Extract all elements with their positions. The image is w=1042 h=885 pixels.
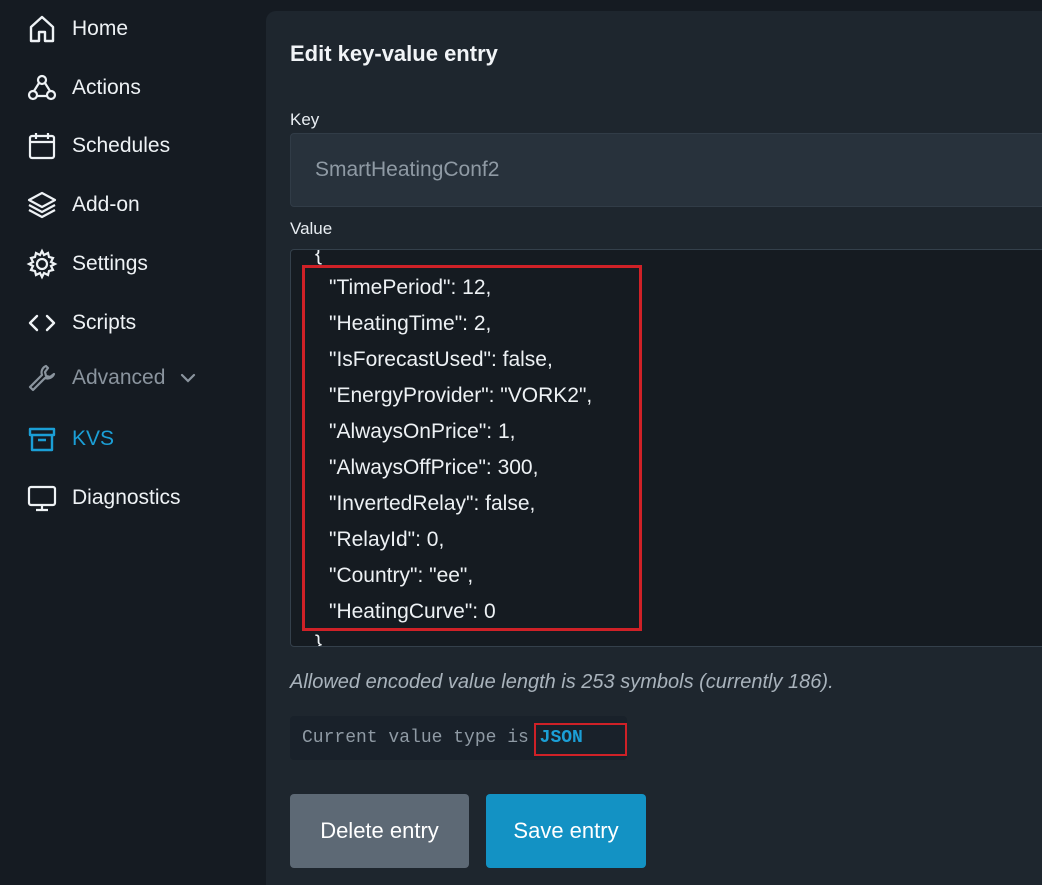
archive-icon — [26, 423, 58, 455]
sidebar-item-label: Add-on — [72, 193, 140, 216]
key-label: Key — [290, 110, 320, 129]
sidebar-item-add-on[interactable]: Add-on — [26, 185, 140, 225]
length-hint: Allowed encoded value length is 253 symb… — [290, 671, 834, 693]
panel-title: Edit key-value entry — [290, 41, 498, 66]
sidebar-item-kvs[interactable]: KVS — [26, 419, 114, 459]
sidebar-item-label: Advanced — [72, 366, 166, 389]
sidebar-item-schedules[interactable]: Schedules — [26, 126, 170, 166]
save-entry-button[interactable]: Save entry — [486, 794, 646, 868]
sidebar-item-actions[interactable]: Actions — [26, 68, 141, 108]
value-label: Value — [290, 219, 333, 238]
type-prefix: Current value type is — [302, 728, 540, 748]
key-input[interactable]: SmartHeatingConf2 — [290, 133, 1042, 207]
sidebar: Home Actions Schedules Add-on Settings S… — [0, 0, 266, 885]
edit-entry-panel: Edit key-value entry Key SmartHeatingCon… — [266, 11, 1042, 885]
layers-icon — [26, 189, 58, 221]
sidebar-item-label: KVS — [72, 427, 115, 450]
monitor-icon — [26, 482, 58, 514]
webhook-icon — [26, 72, 58, 104]
code-icon — [26, 307, 58, 339]
sidebar-item-home[interactable]: Home — [26, 9, 128, 49]
sidebar-item-scripts[interactable]: Scripts — [26, 303, 136, 343]
sidebar-item-label: Actions — [72, 76, 141, 99]
value-close-brace: } — [315, 632, 323, 647]
sidebar-item-settings[interactable]: Settings — [26, 244, 148, 284]
wrench-icon — [26, 362, 58, 394]
sidebar-item-label: Home — [72, 17, 129, 40]
sidebar-item-label: Schedules — [72, 134, 171, 157]
home-icon — [26, 13, 58, 45]
chevron-down-icon — [179, 372, 197, 384]
gear-icon — [26, 248, 58, 280]
sidebar-item-diagnostics[interactable]: Diagnostics — [26, 478, 181, 518]
sidebar-item-advanced[interactable]: Advanced — [26, 358, 197, 398]
value-open-brace: { — [315, 249, 323, 265]
type-highlight-box — [534, 723, 627, 756]
calendar-icon — [26, 130, 58, 162]
sidebar-item-label: Diagnostics — [72, 486, 181, 509]
sidebar-item-label: Scripts — [72, 311, 137, 334]
delete-entry-button[interactable]: Delete entry — [290, 794, 469, 868]
sidebar-item-label: Settings — [72, 252, 148, 275]
value-highlight-box — [302, 265, 642, 631]
